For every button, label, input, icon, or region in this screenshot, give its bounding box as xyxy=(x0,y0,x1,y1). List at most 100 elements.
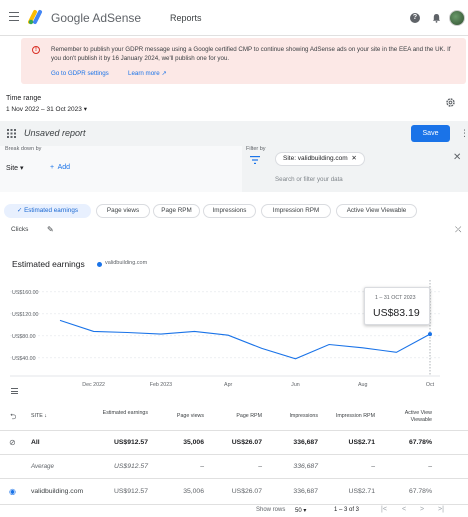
table-menu-icon[interactable] xyxy=(11,388,18,394)
row-site: Average xyxy=(31,463,54,470)
more-options-icon[interactable]: ⋮ xyxy=(460,128,468,139)
filter-icon[interactable] xyxy=(250,156,260,164)
table-pagination: Show rows 50 ▾ 1 – 3 of 3 |< < > >| xyxy=(0,506,468,517)
y-tick-label: US$160.00 xyxy=(12,290,39,296)
rows-per-page-dropdown[interactable]: 50 ▾ xyxy=(295,507,306,514)
apps-grid-icon[interactable] xyxy=(7,129,16,138)
dropdown-arrow-icon: ▾ xyxy=(20,165,24,172)
header-page-views[interactable]: Page views xyxy=(162,413,204,420)
row-page-rpm: – xyxy=(258,463,262,470)
metric-chip-page-rpm[interactable]: Page RPM xyxy=(153,204,200,218)
plus-icon: + xyxy=(50,164,55,171)
metric-chip-active-view[interactable]: Active View Viewable xyxy=(336,204,417,218)
header-estimated-earnings[interactable]: Estimated earnings xyxy=(98,410,148,417)
row-page-views: 35,006 xyxy=(183,488,204,495)
x-tick-label: Oct xyxy=(426,382,435,388)
row-impressions: 336,687 xyxy=(293,439,318,446)
time-range-label: Time range xyxy=(6,95,42,102)
page-title: Reports xyxy=(170,13,202,23)
add-breakdown-button[interactable]: + Add xyxy=(50,164,70,171)
row-site: All xyxy=(31,439,40,446)
row-page-views: – xyxy=(200,463,204,470)
gdpr-settings-link[interactable]: Go to GDPR settings xyxy=(51,70,109,77)
notifications-bell-icon[interactable] xyxy=(432,13,441,23)
metric-chip-impression-rpm[interactable]: Impression RPM xyxy=(261,204,331,218)
row-active-view: 67.78% xyxy=(408,488,432,495)
header-site[interactable]: SITE ↓ xyxy=(31,413,47,420)
header-impressions[interactable]: Impressions xyxy=(275,413,318,420)
adsense-logo xyxy=(28,10,42,25)
tooltip-date: 1 – 31 OCT 2023 xyxy=(375,295,416,301)
edit-metrics-icon[interactable]: ✎ xyxy=(47,225,54,234)
first-page-icon[interactable]: |< xyxy=(381,506,387,513)
breakdown-dimension-dropdown[interactable]: Site ▾ xyxy=(6,164,24,172)
x-tick-label: Dec 2022 xyxy=(82,382,105,388)
save-button[interactable]: Save xyxy=(411,125,450,142)
check-icon: ✓ xyxy=(17,207,23,214)
external-link-icon: ↗ xyxy=(161,70,167,77)
row-impression-rpm: US$2.71 xyxy=(348,488,375,495)
header-impression-rpm[interactable]: Impression RPM xyxy=(318,413,375,420)
account-avatar[interactable] xyxy=(449,10,465,26)
dropdown-arrow-icon: ▾ xyxy=(83,106,87,113)
row-impressions: 336,687 xyxy=(293,488,318,495)
header-active-view[interactable]: Active View Viewable xyxy=(390,410,432,424)
clear-filters-icon[interactable]: ✕ xyxy=(453,152,461,163)
metric-chip-page-views[interactable]: Page views xyxy=(96,204,150,218)
row-earnings: US$912.57 xyxy=(113,463,148,470)
row-earnings: US$912.57 xyxy=(113,439,148,446)
time-range-dropdown[interactable]: 1 Nov 2022 – 31 Oct 2023 ▾ xyxy=(6,105,87,113)
row-page-rpm: US$26.07 xyxy=(231,439,262,446)
warning-icon: ! xyxy=(32,46,40,54)
learn-more-link[interactable]: Learn more ↗ xyxy=(128,70,167,77)
report-toolbar: Unsaved report Save ⋮ xyxy=(0,121,468,146)
site-filter-chip[interactable]: Site: validbuilding.com ✕ xyxy=(275,152,365,166)
row-page-views: 35,006 xyxy=(183,439,204,446)
series-point-highlight xyxy=(428,332,432,337)
main-menu-icon[interactable] xyxy=(9,12,19,21)
row-impression-rpm: US$2.71 xyxy=(348,439,375,446)
row-impressions: 336,687 xyxy=(293,463,318,470)
table-row: ◉ validbuilding.com US$912.57 35,006 US$… xyxy=(0,479,468,505)
chart-type-icon[interactable]: ⤫ xyxy=(455,225,461,235)
next-page-icon[interactable]: > xyxy=(420,506,424,513)
chart-tooltip: 1 – 31 OCT 2023 US$83.19 xyxy=(364,287,430,325)
row-earnings: US$912.57 xyxy=(113,488,148,495)
y-tick-label: US$40.00 xyxy=(12,356,36,362)
report-name[interactable]: Unsaved report xyxy=(24,128,86,138)
pagination-range: 1 – 3 of 3 xyxy=(334,507,360,513)
gdpr-warning-banner: ! Remember to publish your GDPR message … xyxy=(21,38,466,84)
chart-title: Estimated earnings xyxy=(12,259,85,269)
metric-chip-impressions[interactable]: Impressions xyxy=(203,204,256,218)
header-page-rpm[interactable]: Page RPM xyxy=(222,413,262,420)
show-rows-label: Show rows xyxy=(256,507,286,513)
x-tick-label: Jun xyxy=(291,382,300,388)
app-brand: Google AdSense xyxy=(51,11,142,25)
hide-row-icon[interactable]: ⊘ xyxy=(9,438,16,447)
previous-page-icon[interactable]: < xyxy=(402,506,406,513)
x-tick-label: Aug xyxy=(358,382,367,388)
tooltip-value: US$83.19 xyxy=(373,307,420,319)
metric-chip-estimated-earnings[interactable]: ✓ Estimated earnings xyxy=(4,204,91,218)
y-tick-label: US$80.00 xyxy=(12,334,36,340)
banner-message: Remember to publish your GDPR message us… xyxy=(51,46,451,62)
table-header-row: ⮌ SITE ↓ Estimated earnings Page views P… xyxy=(0,403,468,431)
row-impression-rpm: – xyxy=(371,463,375,470)
last-page-icon[interactable]: >| xyxy=(438,506,444,513)
filter-search-input[interactable]: Search or filter your data xyxy=(275,176,343,183)
table-row: ⊘ All US$912.57 35,006 US$26.07 336,687 … xyxy=(0,431,468,455)
legend-color-dot xyxy=(97,262,102,267)
row-active-view: 67.78% xyxy=(408,439,432,446)
visibility-eye-icon[interactable]: ◉ xyxy=(9,487,16,496)
metric-chip-clicks[interactable]: Clicks xyxy=(11,226,28,233)
dropdown-arrow-icon: ▾ xyxy=(303,508,307,514)
remove-chip-icon[interactable]: ✕ xyxy=(351,155,356,162)
y-tick-label: US$120.00 xyxy=(12,312,39,318)
filter-label: Filter by xyxy=(246,146,266,152)
row-active-view: – xyxy=(428,463,432,470)
help-icon[interactable]: ? xyxy=(410,13,420,23)
settings-gear-icon[interactable] xyxy=(445,97,456,108)
row-site[interactable]: validbuilding.com xyxy=(31,488,83,495)
x-tick-label: Feb 2023 xyxy=(150,382,172,388)
expand-collapse-icon[interactable]: ⮌ xyxy=(10,411,16,425)
